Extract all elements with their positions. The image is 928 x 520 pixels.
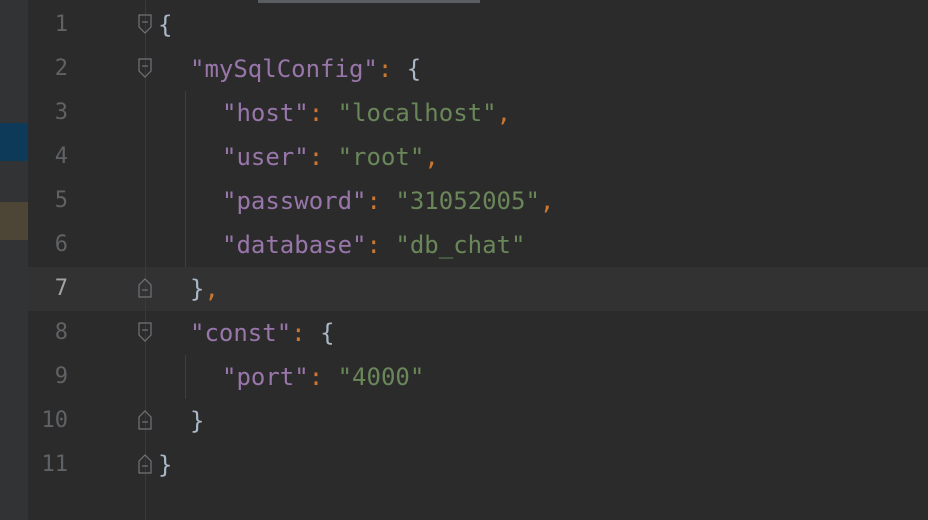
code-line[interactable]: 4 "user": "root",: [0, 135, 928, 179]
fold-end-icon[interactable]: [138, 454, 152, 474]
json-value: "localhost": [337, 99, 497, 127]
line-number[interactable]: 9: [28, 355, 68, 399]
line-number[interactable]: 1: [28, 3, 68, 47]
fold-open-icon[interactable]: [138, 58, 152, 78]
code-line[interactable]: 11 }: [0, 443, 928, 487]
line-number[interactable]: 4: [28, 135, 68, 179]
code-text: "database": "db_chat": [222, 231, 526, 259]
code-editor[interactable]: 1 { 2 "mySqlConfig": { 3 "host": "localh…: [0, 0, 928, 520]
line-number[interactable]: 8: [28, 311, 68, 355]
code-text: "user": "root",: [222, 143, 439, 171]
line-number[interactable]: 5: [28, 179, 68, 223]
code-text: "password": "31052005",: [222, 187, 555, 215]
json-key: "database": [222, 231, 367, 259]
json-key: "host": [222, 99, 309, 127]
code-text: "host": "localhost",: [222, 99, 512, 127]
json-key: "mySqlConfig": [190, 55, 378, 83]
json-key: "port": [222, 363, 309, 391]
code-line-current[interactable]: 7 },: [0, 267, 928, 311]
line-number[interactable]: 6: [28, 223, 68, 267]
code-line[interactable]: 5 "password": "31052005",: [0, 179, 928, 223]
json-key: "const": [190, 319, 292, 347]
line-number[interactable]: 10: [28, 399, 69, 443]
json-value: "root": [337, 143, 425, 171]
code-line[interactable]: 10 }: [0, 399, 928, 443]
line-number[interactable]: 2: [28, 47, 68, 91]
json-value: "31052005": [395, 187, 540, 215]
code-line[interactable]: 2 "mySqlConfig": {: [0, 47, 928, 91]
code-line[interactable]: 6 "database": "db_chat": [0, 223, 928, 267]
code-text: },: [190, 275, 219, 303]
code-line[interactable]: 9 "port": "4000": [0, 355, 928, 399]
fold-end-icon[interactable]: [138, 278, 152, 298]
fold-open-icon[interactable]: [138, 322, 152, 342]
json-key: "password": [222, 187, 367, 215]
code-text: }: [190, 407, 205, 435]
code-text: "port": "4000": [222, 363, 425, 391]
code-line[interactable]: 8 "const": {: [0, 311, 928, 355]
code-text: "mySqlConfig": {: [190, 55, 422, 83]
json-value: "4000": [337, 363, 425, 391]
line-number[interactable]: 11: [28, 443, 69, 487]
line-number[interactable]: 7: [28, 267, 68, 311]
code-text: }: [158, 451, 173, 479]
fold-end-icon[interactable]: [138, 410, 152, 430]
code-text: "const": {: [190, 319, 335, 347]
code-line[interactable]: 3 "host": "localhost",: [0, 91, 928, 135]
line-number[interactable]: 3: [28, 91, 68, 135]
code-line[interactable]: 1 {: [0, 3, 928, 47]
code-text: {: [158, 11, 173, 39]
json-value: "db_chat": [395, 231, 526, 259]
json-key: "user": [222, 143, 309, 171]
fold-open-icon[interactable]: [138, 14, 152, 34]
